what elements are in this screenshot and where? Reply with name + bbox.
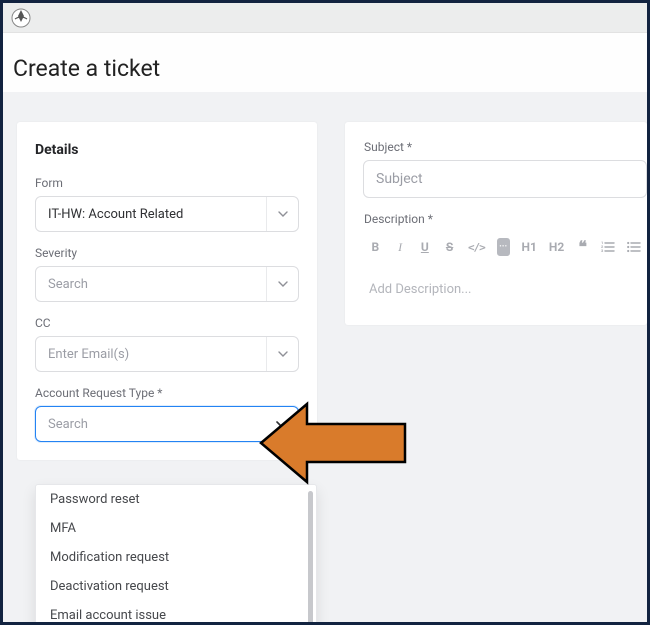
subject-panel: Subject * Subject Description * B I U S … xyxy=(345,122,647,325)
request-type-placeholder: Search xyxy=(48,417,88,432)
dropdown-option[interactable]: MFA xyxy=(36,514,308,543)
content-wrap: Details Form IT-HW: Account Related Seve… xyxy=(3,92,647,460)
h1-button[interactable]: H1 xyxy=(522,238,537,256)
top-bar xyxy=(3,3,647,33)
h2-button[interactable]: H2 xyxy=(549,238,564,256)
chevron-down-icon xyxy=(266,267,298,301)
underline-button[interactable]: U xyxy=(418,238,431,256)
description-editor[interactable]: Add Description... xyxy=(363,264,647,297)
description-placeholder: Add Description... xyxy=(369,282,471,297)
unordered-list-button[interactable] xyxy=(627,238,641,256)
request-type-select[interactable]: Search xyxy=(35,406,299,442)
request-type-dropdown: Password reset MFA Modification request … xyxy=(35,484,317,622)
page-title: Create a ticket xyxy=(13,55,637,82)
app-frame: Create a ticket Details Form IT-HW: Acco… xyxy=(3,3,647,622)
severity-label: Severity xyxy=(35,246,299,260)
form-label: Form xyxy=(35,176,299,190)
page-header: Create a ticket xyxy=(3,33,647,92)
form-select[interactable]: IT-HW: Account Related xyxy=(35,196,299,232)
dropdown-option[interactable]: Email account issue xyxy=(36,601,308,622)
chevron-down-icon xyxy=(266,407,298,441)
cc-label: CC xyxy=(35,316,299,330)
cc-input[interactable]: Enter Email(s) xyxy=(35,336,299,372)
request-type-label: Account Request Type * xyxy=(35,386,299,400)
code-button[interactable]: </> xyxy=(468,238,485,256)
details-panel: Details Form IT-HW: Account Related Seve… xyxy=(17,122,317,460)
details-heading: Details xyxy=(35,142,299,158)
severity-select-placeholder: Search xyxy=(48,277,88,292)
codeblock-button[interactable]: ··· xyxy=(497,238,510,256)
app-logo-icon xyxy=(11,8,31,28)
dropdown-option[interactable]: Modification request xyxy=(36,543,308,572)
dropdown-scroll-area[interactable]: Password reset MFA Modification request … xyxy=(36,485,316,622)
scrollbar-thumb[interactable] xyxy=(308,491,313,622)
severity-select[interactable]: Search xyxy=(35,266,299,302)
editor-toolbar: B I U S </> ··· H1 H2 ❝ 123 xyxy=(363,232,647,264)
subject-input-placeholder: Subject xyxy=(376,171,423,187)
chevron-down-icon xyxy=(266,337,298,371)
strikethrough-button[interactable]: S xyxy=(443,238,456,256)
quote-button[interactable]: ❝ xyxy=(576,238,589,256)
subject-input[interactable]: Subject xyxy=(363,160,647,198)
form-select-value: IT-HW: Account Related xyxy=(48,207,183,222)
dropdown-option[interactable]: Password reset xyxy=(36,485,308,514)
svg-text:3: 3 xyxy=(601,248,604,253)
chevron-down-icon xyxy=(266,197,298,231)
description-label: Description * xyxy=(364,212,647,226)
ordered-list-button[interactable]: 123 xyxy=(601,238,615,256)
dropdown-option[interactable]: Deactivation request xyxy=(36,572,308,601)
bold-button[interactable]: B xyxy=(369,238,382,256)
subject-label: Subject * xyxy=(364,140,647,154)
italic-button[interactable]: I xyxy=(394,238,407,256)
cc-input-placeholder: Enter Email(s) xyxy=(48,347,129,362)
